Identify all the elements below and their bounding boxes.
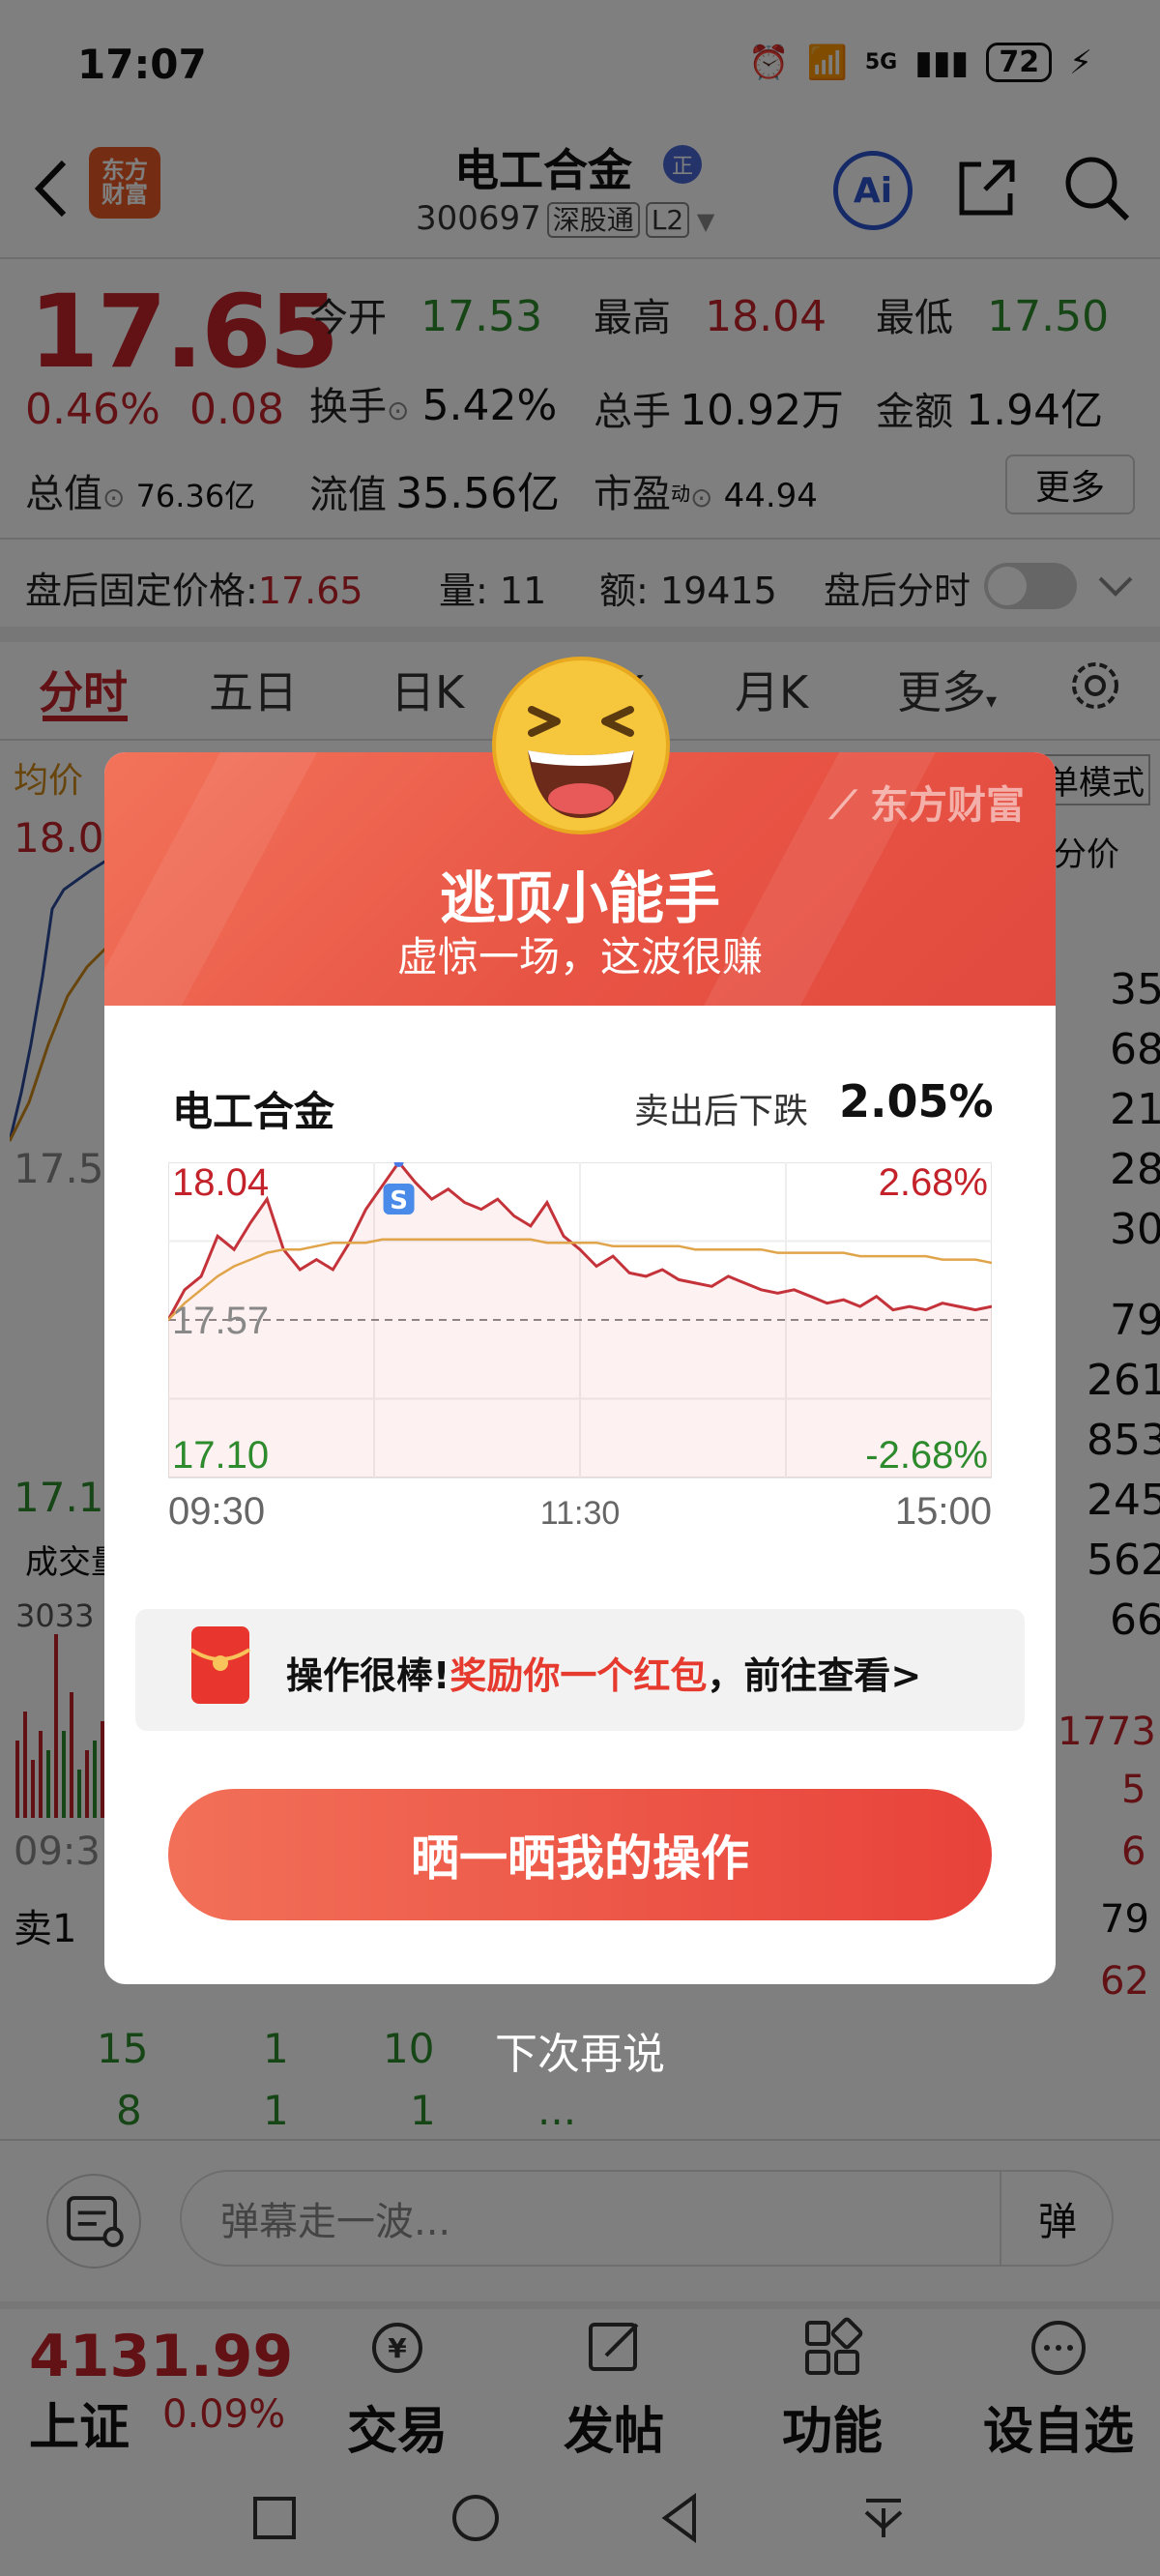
modal-stock-name: 电工合金 xyxy=(172,1088,335,1135)
sell-marker-label: S xyxy=(390,1186,408,1215)
y-tick-left: 17.57 xyxy=(172,1300,269,1342)
dismiss-later-link[interactable]: 下次再说 xyxy=(0,2019,1160,2081)
x-tick: 11:30 xyxy=(540,1495,621,1532)
brand-text: 东方财富 xyxy=(870,783,1025,828)
x-tick: 15:00 xyxy=(895,1490,992,1533)
redpacket-highlight: 奖励你一个红包 xyxy=(450,1654,708,1697)
achievement-modal: ⟋ 东方财富 逃顶小能手 虚惊一场，这波很赚 电工合金 卖出后下跌 2.05% … xyxy=(104,752,1056,1984)
drop-after-sell-label: 卖出后下跌 xyxy=(634,1092,809,1131)
modal-title: 逃顶小能手 xyxy=(439,865,720,931)
intraday-chart: S 18.04 17.57 17.10 2.68% -2.68% 09:30 11:30 15:… xyxy=(168,1162,992,1533)
x-tick: 09:30 xyxy=(168,1490,265,1533)
brand-logo-icon: ⟋ xyxy=(829,783,857,828)
drop-after-sell-value: 2.05% xyxy=(839,1075,994,1127)
red-envelope-icon xyxy=(189,1626,251,1704)
y-tick-right: -2.68% xyxy=(865,1434,988,1477)
laughing-emoji-icon xyxy=(492,657,670,834)
brand-watermark: ⟋ 东方财富 xyxy=(829,774,1025,830)
modal-subtitle: 虚惊一场，这波很赚 xyxy=(396,933,763,981)
redpacket-text[interactable]: 操作很棒!奖励你一个红包，前往查看> xyxy=(286,1646,921,1699)
redpacket-prefix: 操作很棒! xyxy=(286,1654,450,1697)
redpacket-suffix: ，前往查看> xyxy=(707,1654,922,1697)
app-screen: { "status": {"time": "17:07", "network":… xyxy=(0,0,1160,2576)
y-tick-right: 2.68% xyxy=(879,1162,988,1204)
share-my-trade-button[interactable]: 晒一晒我的操作 xyxy=(168,1789,992,1920)
y-tick-left: 18.04 xyxy=(172,1162,269,1204)
y-tick-left: 17.10 xyxy=(172,1434,269,1477)
